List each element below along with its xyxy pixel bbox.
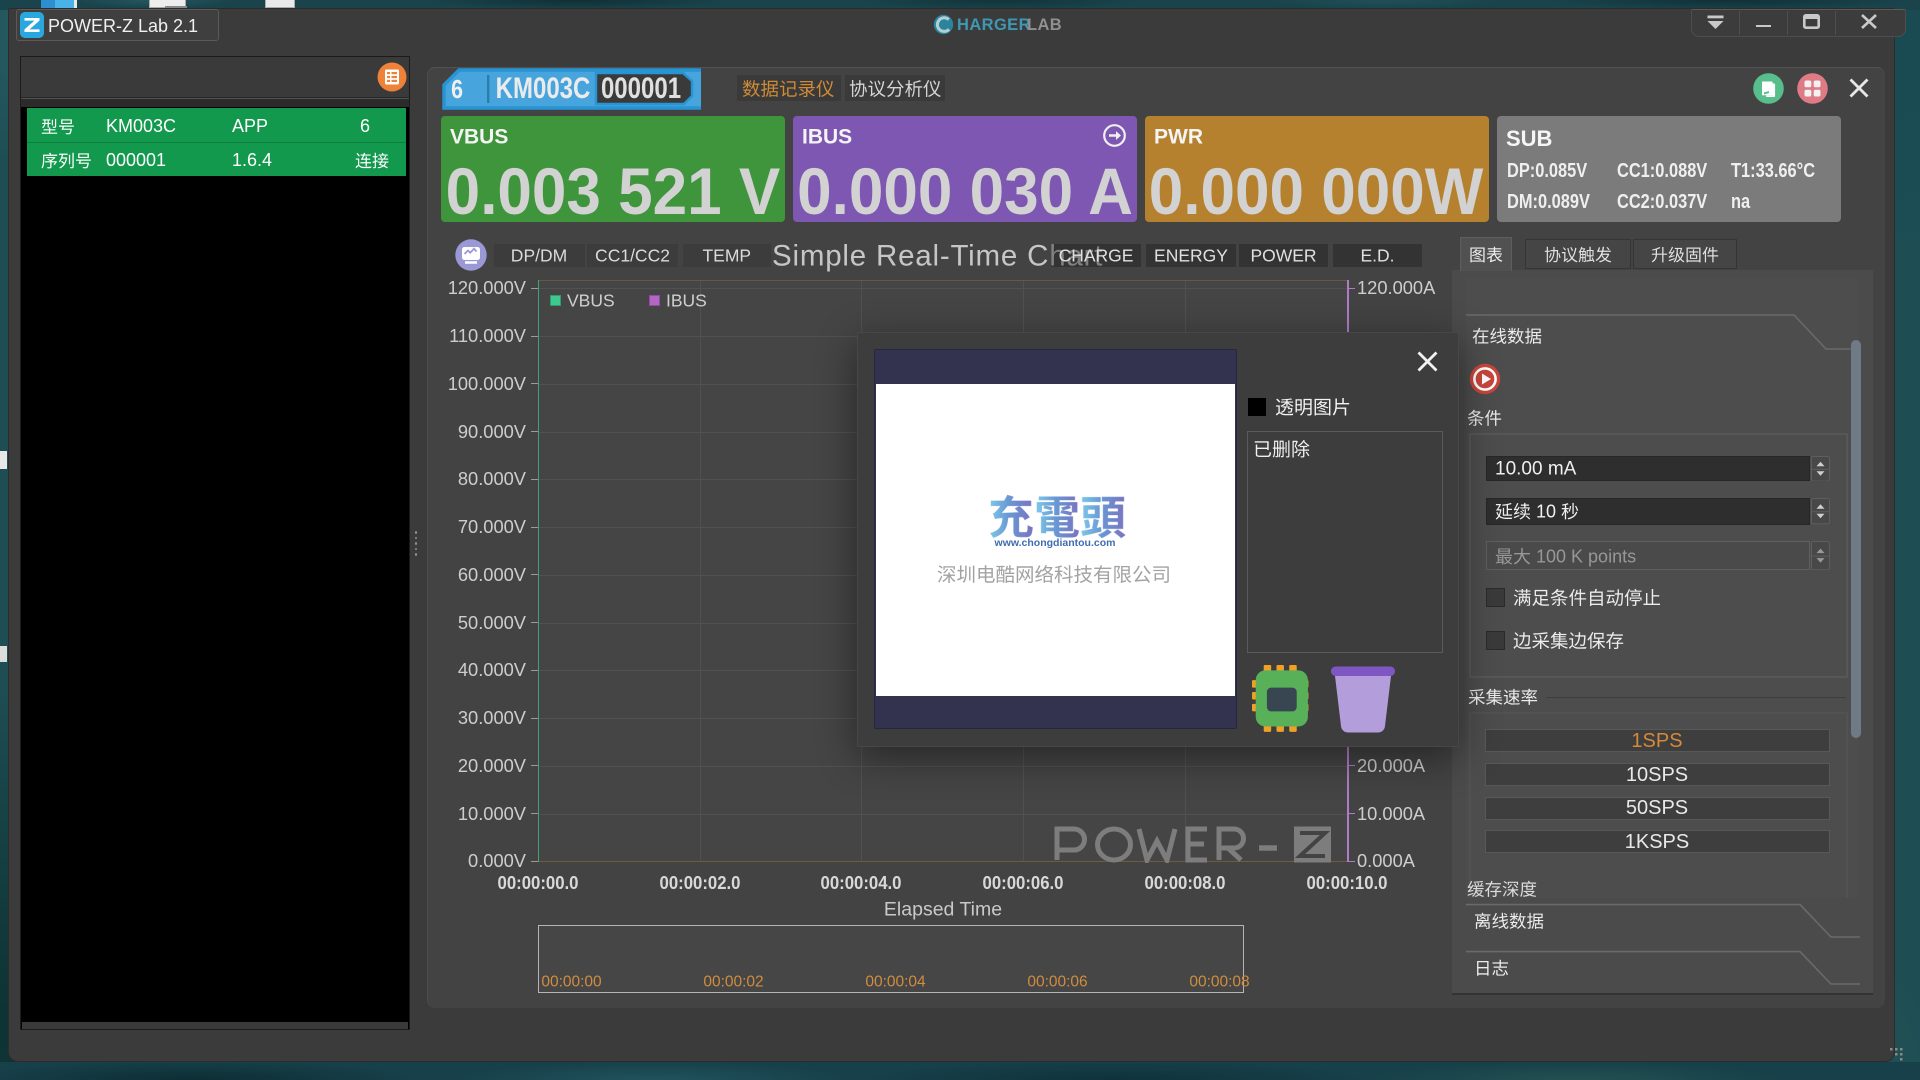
svg-text:0: 0 <box>1546 502 1556 522</box>
svg-text:p: p <box>1588 546 1598 566</box>
svg-text:s: s <box>1627 546 1636 566</box>
svg-text:n: n <box>1612 546 1622 566</box>
svg-text:o: o <box>1598 546 1608 566</box>
svg-text:K: K <box>1571 546 1583 566</box>
svg-text:0: 0 <box>1546 546 1556 566</box>
svg-text:1: 1 <box>1536 546 1546 566</box>
svg-text:0: 0 <box>1556 546 1566 566</box>
svg-text:1: 1 <box>1536 502 1546 522</box>
